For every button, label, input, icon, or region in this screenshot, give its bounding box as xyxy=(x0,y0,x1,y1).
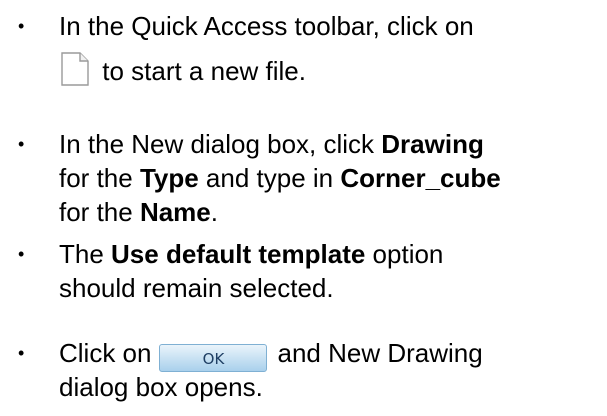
step-text-segment: dialog box opens. xyxy=(59,372,263,402)
bold-term: Name xyxy=(139,197,211,227)
instruction-list: • In the Quick Access toolbar, click on … xyxy=(0,0,607,416)
step-text: In the New dialog box, click Drawing for… xyxy=(59,127,607,229)
step-text-segment: Click on xyxy=(59,338,152,368)
step-text-segment: option xyxy=(365,239,444,269)
step-text-segment: should remain selected. xyxy=(59,273,334,303)
step-text-segment: to start a new file. xyxy=(95,56,306,86)
bold-term: Use default template xyxy=(111,239,366,269)
step-text: Click on OK and New Drawing dialog box ope… xyxy=(59,336,607,404)
step-text-segment: In the Quick Access toolbar, click on xyxy=(59,11,474,41)
step-text: In the Quick Access toolbar, click on to… xyxy=(59,9,607,87)
bold-term: Type xyxy=(139,163,199,193)
step-text-segment: and type in xyxy=(198,163,341,193)
step-text-segment: . xyxy=(210,197,218,227)
bullet: • xyxy=(18,134,25,154)
step-text: The Use default template option should r… xyxy=(59,237,607,305)
bold-term: Corner_cube xyxy=(340,163,501,193)
step-text-segment: for the xyxy=(59,197,140,227)
bullet: • xyxy=(18,16,25,36)
ok-button[interactable]: OK xyxy=(159,344,268,372)
new-file-icon[interactable] xyxy=(59,52,91,86)
step-text-segment: for the xyxy=(59,163,140,193)
bold-term: Drawing xyxy=(381,129,484,159)
step-text-segment: The xyxy=(59,239,112,269)
step-text-segment: and New Drawing xyxy=(277,338,483,368)
bullet: • xyxy=(18,343,25,363)
step-text-segment: In the New dialog box, click xyxy=(59,129,382,159)
bullet: • xyxy=(18,244,25,264)
